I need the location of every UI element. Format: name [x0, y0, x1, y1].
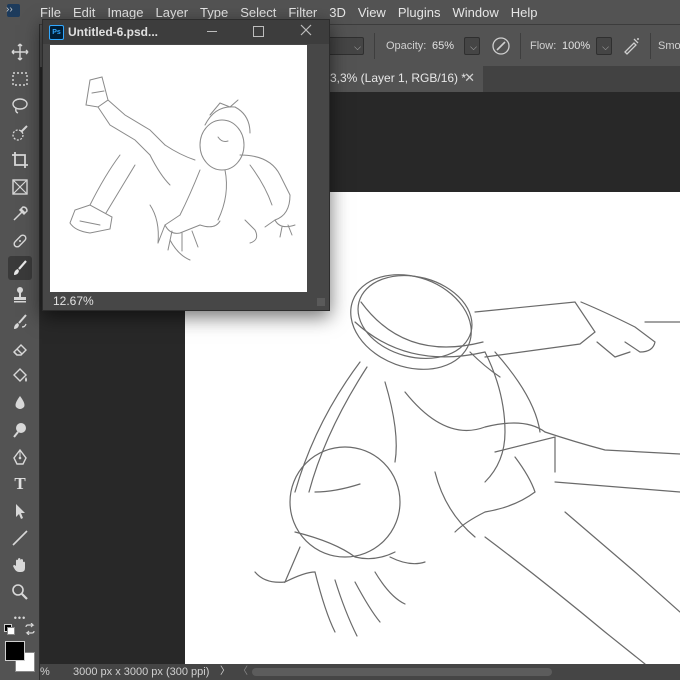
divider — [650, 33, 651, 59]
flow-dropdown[interactable]: ⌵ — [596, 37, 612, 55]
navigator-window[interactable]: Ps Untitled-6.psd... 12.67% — [42, 19, 330, 311]
airbrush-icon[interactable] — [620, 35, 642, 57]
navigator-thumbnail[interactable] — [50, 45, 307, 292]
dodge-tool-icon[interactable] — [8, 418, 32, 442]
opacity-value: 65% — [432, 40, 455, 52]
menu-plugins[interactable]: Plugins — [392, 5, 447, 20]
navigator-title-bar[interactable]: Ps Untitled-6.psd... — [43, 20, 329, 44]
menu-3d[interactable]: 3D — [323, 5, 352, 20]
opacity-label: Opacity: — [386, 40, 427, 52]
maximize-icon[interactable] — [253, 26, 264, 37]
pen-tool-icon[interactable] — [8, 445, 32, 469]
divider — [520, 33, 521, 59]
minimize-icon[interactable] — [207, 31, 217, 32]
menu-file[interactable]: File — [34, 5, 67, 20]
frame-tool-icon[interactable] — [8, 175, 32, 199]
toolbar-collapse-button[interactable]: ›› — [6, 4, 13, 15]
menu-edit[interactable]: Edit — [67, 5, 101, 20]
eyedropper-tool-icon[interactable] — [8, 202, 32, 226]
divider — [374, 33, 375, 59]
status-bar: % 3000 px x 3000 px (300 ppi) 〉 〈 — [40, 664, 680, 680]
foreground-color-swatch[interactable] — [5, 641, 25, 661]
quick-selection-tool-icon[interactable] — [8, 121, 32, 145]
healing-brush-tool-icon[interactable] — [8, 229, 32, 253]
hand-tool-icon[interactable] — [8, 553, 32, 577]
ps-badge-icon: Ps — [49, 25, 64, 40]
flow-field[interactable]: 100% — [558, 37, 594, 55]
close-icon[interactable]: ✕ — [464, 66, 475, 90]
chevron-down-icon: ⌵ — [602, 42, 609, 52]
menu-type[interactable]: Type — [194, 5, 234, 20]
eraser-tool-icon[interactable] — [8, 337, 32, 361]
paint-bucket-tool-icon[interactable] — [8, 364, 32, 388]
default-colors-icon[interactable] — [4, 624, 15, 635]
menu-view[interactable]: View — [352, 5, 392, 20]
navigator-title: Untitled-6.psd... — [68, 25, 158, 39]
chevron-down-icon: ⌵ — [354, 42, 361, 52]
resize-grip-icon[interactable] — [317, 298, 325, 306]
swap-colors-icon[interactable] — [24, 622, 36, 636]
menu-select[interactable]: Select — [234, 5, 282, 20]
move-tool-icon[interactable] — [8, 40, 32, 64]
thumbnail-sketch — [69, 76, 296, 261]
opacity-dropdown[interactable]: ⌵ — [464, 37, 480, 55]
menu-image[interactable]: Image — [101, 5, 149, 20]
smoothing-label: Smo — [658, 40, 680, 52]
horizontal-scrollbar[interactable] — [252, 668, 552, 676]
document-tab[interactable]: 3,3% (Layer 1, RGB/16) * ✕ — [328, 66, 483, 92]
blur-tool-icon[interactable] — [8, 391, 32, 415]
history-brush-tool-icon[interactable] — [8, 310, 32, 334]
flow-value: 100% — [562, 40, 591, 52]
opacity-field[interactable]: 65% — [428, 37, 458, 55]
line-tool-icon[interactable] — [8, 526, 32, 550]
close-window-icon[interactable] — [299, 23, 313, 37]
pressure-opacity-icon[interactable] — [490, 35, 512, 57]
zoom-tool-icon[interactable] — [8, 580, 32, 604]
scroll-left-icon[interactable]: 〈 — [238, 664, 248, 680]
brush-tool-icon[interactable] — [8, 256, 32, 280]
status-zoom: % — [40, 666, 50, 678]
document-info[interactable]: 3000 px x 3000 px (300 ppi) — [73, 664, 209, 680]
flow-label: Flow: — [530, 40, 557, 52]
crop-tool-icon[interactable] — [8, 148, 32, 172]
type-tool-icon[interactable]: T — [8, 472, 32, 496]
document-tab-title: 3,3% (Layer 1, RGB/16) * — [330, 71, 467, 85]
chevron-down-icon: ⌵ — [470, 42, 477, 52]
path-selection-tool-icon[interactable] — [8, 499, 32, 523]
menu-window[interactable]: Window — [446, 5, 504, 20]
status-arrow-icon[interactable]: 〉 — [220, 664, 230, 680]
brush-mode-dropdown[interactable]: ⌵ — [326, 37, 364, 55]
clone-stamp-tool-icon[interactable] — [8, 283, 32, 307]
tools-panel: ›› T ••• — [0, 4, 40, 680]
document-tab-bar: 3,3% (Layer 1, RGB/16) * ✕ — [328, 66, 680, 92]
navigator-zoom-value[interactable]: 12.67% — [53, 294, 94, 308]
marquee-tool-icon[interactable] — [8, 67, 32, 91]
menu-filter[interactable]: Filter — [282, 5, 323, 20]
type-tool-glyph: T — [14, 474, 26, 493]
lasso-tool-icon[interactable] — [8, 94, 32, 118]
menu-help[interactable]: Help — [505, 5, 544, 20]
menu-layer[interactable]: Layer — [150, 5, 195, 20]
